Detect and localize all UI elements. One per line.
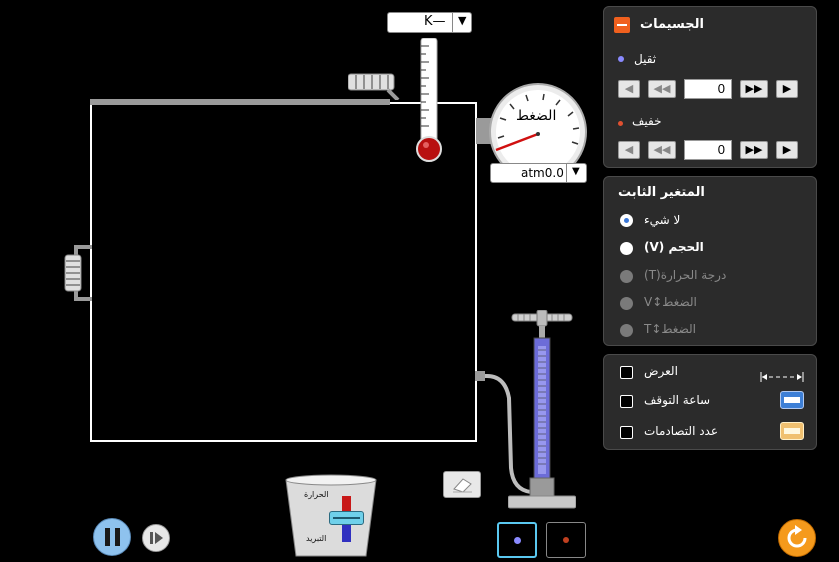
bicycle-pump[interactable] [507, 309, 577, 510]
thermometer [414, 37, 448, 164]
particles-panel: الجسيمات ثقيل ◀ ◀◀ 0 ▶▶ ▶ خفيف ◀ ◀◀ 0 ▶▶… [603, 6, 817, 168]
pause-button[interactable] [93, 518, 131, 556]
thermometer-unit-select[interactable]: K— ▼ [387, 12, 472, 33]
radio-volume-label: الحجم (V) [644, 240, 704, 254]
light-particle-view-button[interactable] [546, 522, 586, 558]
light-particle-label: خفيف [632, 114, 662, 128]
radio-none[interactable] [620, 214, 633, 227]
light-particle-dot [618, 121, 623, 126]
light-count-field[interactable]: 0 [684, 140, 732, 160]
radio-temperature-label: درجة الحرارة(T) [644, 268, 727, 282]
pressure-gauge: الضغط [476, 82, 588, 181]
tools-panel: العرض ساعة التوقف عدد التصادمات [603, 354, 817, 450]
heat-cool-slider[interactable] [329, 511, 364, 525]
reset-icon [787, 525, 807, 548]
stopwatch-checkbox[interactable] [620, 395, 633, 408]
step-forward-icon [150, 532, 163, 544]
wall-handle[interactable] [62, 245, 94, 301]
radio-pressure-v-label: الضغط↕V [644, 295, 697, 309]
width-ruler-icon [760, 367, 804, 382]
pressure-unit-select[interactable]: atm0.0 ▼ [490, 163, 587, 183]
constant-parameter-panel: المتغير الثابت لا شيء الحجم (V) درجة الح… [603, 176, 817, 346]
eraser-icon [453, 478, 472, 493]
heat-label: الحرارة [304, 490, 329, 499]
heavy-add-one-button[interactable]: ▶ [776, 80, 798, 98]
constant-panel-title: المتغير الثابت [618, 185, 705, 200]
radio-volume[interactable] [620, 242, 633, 255]
width-label: العرض [644, 364, 678, 378]
light-add-many-button[interactable]: ▶▶ [740, 141, 768, 159]
heavy-remove-many-button[interactable]: ◀◀ [648, 80, 676, 98]
radio-pressure-t [620, 324, 633, 337]
light-particle-icon [563, 537, 569, 543]
stopwatch-label: ساعة التوقف [644, 393, 711, 407]
radio-pressure-v [620, 297, 633, 310]
thermometer-unit-value: K— [424, 14, 446, 29]
container-lid[interactable] [90, 99, 390, 105]
collision-counter-label: عدد التصادمات [644, 424, 719, 438]
eraser-button[interactable] [443, 471, 481, 498]
radio-temperature [620, 270, 633, 283]
heavy-particle-icon [514, 537, 521, 544]
lid-handle[interactable] [347, 72, 400, 102]
pressure-gauge-label: الضغط [516, 108, 557, 124]
reset-button[interactable] [778, 519, 816, 557]
heavy-count-field[interactable]: 0 [684, 79, 732, 99]
heavy-remove-one-button[interactable]: ◀ [618, 80, 640, 98]
step-button[interactable] [142, 524, 170, 552]
particles-panel-title: الجسيمات [640, 17, 704, 32]
heavy-particle-dot [618, 56, 624, 62]
cool-label: التبريد [306, 534, 327, 543]
collision-counter-icon [780, 422, 804, 440]
chevron-down-icon: ▼ [458, 14, 467, 27]
heavy-particle-label: ثقيل [634, 52, 657, 66]
heavy-particle-view-button[interactable] [497, 522, 537, 558]
collision-counter-checkbox[interactable] [620, 426, 633, 439]
radio-pressure-t-label: الضغط↕T [644, 322, 696, 336]
heavy-add-many-button[interactable]: ▶▶ [740, 80, 768, 98]
pressure-value: atm0.0 [521, 166, 564, 180]
dropdown-divider [452, 13, 453, 32]
slider-grip [333, 517, 360, 519]
chevron-down-icon: ▼ [572, 166, 580, 177]
light-add-one-button[interactable]: ▶ [776, 141, 798, 159]
light-remove-many-button[interactable]: ◀◀ [648, 141, 676, 159]
pause-icon [105, 528, 121, 546]
light-remove-one-button[interactable]: ◀ [618, 141, 640, 159]
dropdown-divider [566, 164, 567, 182]
stopwatch-icon [780, 391, 804, 409]
collapse-icon[interactable] [614, 17, 630, 33]
width-checkbox[interactable] [620, 366, 633, 379]
radio-none-label: لا شيء [644, 213, 681, 227]
